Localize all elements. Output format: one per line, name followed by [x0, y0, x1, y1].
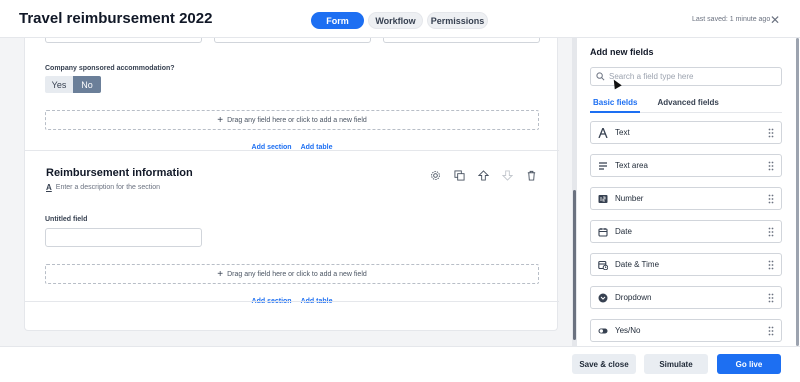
field-type-number[interactable]: Number — [590, 187, 782, 210]
drag-handle-icon[interactable] — [768, 293, 774, 303]
untitled-field-label: Untitled field — [45, 216, 88, 223]
calendar-icon: ▭ — [528, 38, 535, 40]
duplicate-icon[interactable] — [451, 168, 467, 182]
field-type-label: Yes/No — [615, 326, 641, 335]
accommodation-question-label: Company sponsored accommodation? — [45, 65, 175, 72]
field-type-label: Number — [615, 194, 644, 203]
field-type-tabs: Basic fields Advanced fields — [590, 98, 782, 113]
drag-handle-icon[interactable] — [768, 128, 774, 138]
plus-icon: + — [217, 114, 224, 126]
panel-scrollbar[interactable] — [796, 38, 799, 346]
search-icon — [596, 72, 605, 81]
app-header: Travel reimbursement 2022 Form Workflow … — [0, 0, 800, 38]
field-type-list: Text Text area Number Date Date & Time D… — [590, 121, 782, 346]
field-type-label: Dropdown — [615, 293, 652, 302]
section-divider — [25, 150, 559, 151]
page-title: Travel reimbursement 2022 — [19, 10, 213, 27]
field-search-input[interactable] — [609, 72, 769, 81]
trash-icon[interactable] — [523, 168, 539, 182]
field-type-dropdown[interactable]: Dropdown — [590, 286, 782, 309]
simulate-button[interactable]: Simulate — [644, 354, 708, 374]
field-type-label: Date & Time — [615, 260, 660, 269]
tab-form[interactable]: Form — [311, 12, 364, 29]
field-type-date[interactable]: Date — [590, 220, 782, 243]
add-fields-panel: Add new fields Basic fields Advanced fie… — [576, 38, 800, 346]
field-type-yes-no[interactable]: Yes/No — [590, 319, 782, 342]
arrow-up-icon[interactable] — [475, 168, 491, 182]
yes-no-toggle: Yes No — [45, 76, 101, 93]
drag-handle-icon[interactable] — [768, 260, 774, 270]
tab-permissions[interactable]: Permissions — [427, 12, 488, 29]
field-type-text-area[interactable]: Text area — [590, 154, 782, 177]
go-live-button[interactable]: Go live — [717, 354, 781, 374]
plus-icon: + — [217, 268, 224, 280]
action-footer: Save & close Simulate Go live — [0, 346, 800, 382]
arrow-down-icon[interactable] — [499, 168, 515, 182]
calendar-icon: ▭ — [359, 38, 366, 40]
no-option[interactable]: No — [73, 76, 101, 93]
text-area-icon — [597, 160, 609, 172]
field-type-label: Date — [615, 227, 632, 236]
field-type-label: Text — [615, 128, 630, 137]
field-type-label: Text area — [615, 161, 648, 170]
previous-date-input-2[interactable] — [383, 38, 540, 43]
form-card: ▭ ▭ Company sponsored accommodation? Yes… — [24, 38, 559, 331]
drag-handle-icon[interactable] — [768, 326, 774, 336]
mode-tabs: Form Workflow Permissions — [311, 12, 488, 29]
form-canvas: ▭ ▭ Company sponsored accommodation? Yes… — [0, 38, 576, 346]
tab-advanced-fields[interactable]: Advanced fields — [654, 98, 721, 112]
previous-date-input[interactable] — [214, 38, 371, 43]
yes-option[interactable]: Yes — [45, 76, 73, 93]
section-description-placeholder: Enter a description for the section — [55, 184, 161, 191]
drag-handle-icon[interactable] — [768, 194, 774, 204]
number-icon — [597, 193, 609, 205]
panel-title: Add new fields — [590, 47, 654, 57]
previous-field-input[interactable] — [45, 38, 202, 43]
last-saved-status: Last saved: 1 minute ago — [692, 16, 771, 23]
field-dropzone[interactable]: + Drag any field here or click to add a … — [45, 110, 539, 130]
dropdown-icon — [597, 292, 609, 304]
field-dropzone[interactable]: + Drag any field here or click to add a … — [45, 264, 539, 284]
drag-handle-icon[interactable] — [768, 161, 774, 171]
drag-handle-icon[interactable] — [768, 227, 774, 237]
calendar-icon — [597, 226, 609, 238]
save-close-button[interactable]: Save & close — [572, 354, 636, 374]
gear-icon[interactable] — [427, 168, 443, 182]
field-type-date-time[interactable]: Date & Time — [590, 253, 782, 276]
dropzone-text: Drag any field here or click to add a ne… — [227, 270, 367, 278]
section-toolbar — [427, 168, 539, 182]
section-title[interactable]: Reimbursement information — [46, 167, 193, 179]
tab-basic-fields[interactable]: Basic fields — [590, 98, 641, 113]
text-icon — [597, 127, 609, 139]
text-format-icon: A — [46, 183, 52, 192]
untitled-field-input[interactable] — [45, 228, 202, 247]
section-description[interactable]: A Enter a description for the section — [46, 183, 160, 192]
field-type-text[interactable]: Text — [590, 121, 782, 144]
calendar-clock-icon — [597, 259, 609, 271]
close-icon[interactable]: ✕ — [770, 13, 780, 27]
toggle-icon — [597, 325, 609, 337]
tab-workflow[interactable]: Workflow — [368, 12, 423, 29]
dropzone-text: Drag any field here or click to add a ne… — [227, 116, 367, 124]
section-divider — [25, 301, 559, 302]
